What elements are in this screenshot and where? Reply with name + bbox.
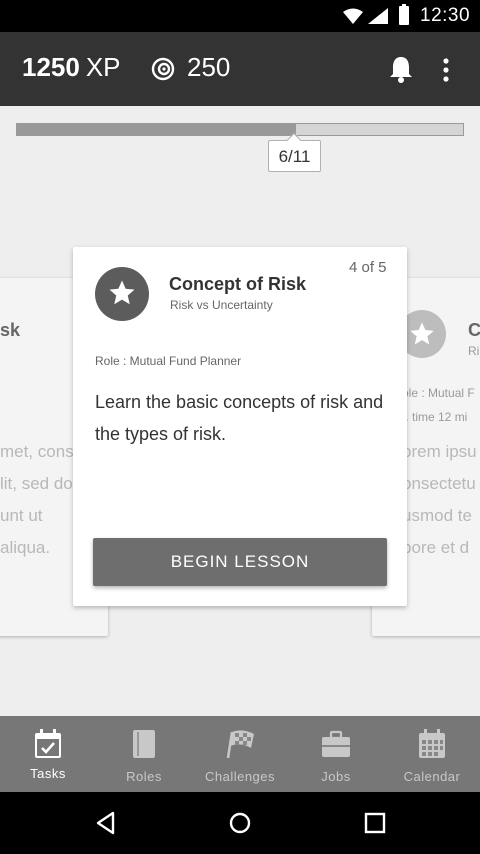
star-icon [410, 322, 434, 345]
xp-unit: XP [85, 52, 121, 82]
status-time: 12:30 [420, 5, 471, 26]
briefcase-icon [322, 730, 350, 757]
wifi-icon [343, 8, 363, 24]
app-bar: 1250 XP 250 [0, 32, 480, 106]
bell-icon[interactable] [387, 54, 415, 84]
next-card-text-1: orem ipsu [402, 442, 477, 461]
coin-icon [151, 57, 175, 81]
calendar-check-icon [35, 729, 61, 758]
lesson-role: Role : Mutual Fund Planner [95, 354, 242, 368]
battery-icon [399, 4, 409, 25]
nav-calendar[interactable]: Calendar [384, 716, 480, 792]
xp-value: 1250 [22, 52, 80, 82]
nav-tasks-label: Tasks [30, 766, 66, 781]
system-navigation-bar [0, 792, 480, 854]
home-icon[interactable] [227, 810, 253, 836]
previous-card-text-2: lit, sed do [0, 474, 73, 493]
book-icon [133, 730, 155, 758]
previous-card-text-4: aliqua. [0, 538, 51, 557]
lesson-card: Concept of Risk Risk vs Uncertainty 4 of… [73, 247, 407, 606]
next-card-text-3: usmod te [402, 506, 472, 525]
progress-label: 6/11 [278, 147, 311, 166]
next-card-time: t. time 12 mi [402, 410, 468, 424]
back-icon[interactable] [93, 810, 119, 836]
previous-card-text-1: met, cons [0, 442, 74, 461]
lesson-title: Concept of Risk [169, 274, 307, 294]
lesson-description: Learn the basic concepts of risk and the… [95, 392, 384, 444]
lesson-avatar [95, 267, 149, 321]
progress-tooltip: 6/11 [268, 132, 321, 172]
nav-challenges-label: Challenges [204, 769, 276, 784]
xp-display: 1250 XP [22, 52, 121, 83]
nav-jobs[interactable]: Jobs [288, 716, 384, 792]
checkered-flag-icon [226, 730, 254, 759]
next-card-text-2: onsectetu [402, 474, 476, 493]
more-vert-icon[interactable] [434, 56, 458, 84]
star-icon [109, 280, 135, 305]
signal-icon [368, 8, 388, 24]
recents-icon[interactable] [362, 810, 388, 836]
nav-roles[interactable]: Roles [96, 716, 192, 792]
next-card-title: C [468, 320, 480, 340]
nav-jobs-label: Jobs [321, 769, 351, 784]
next-card-role: ole : Mutual F [402, 386, 475, 400]
next-card-subtitle: Ri [468, 344, 480, 358]
status-bar: 12:30 [0, 0, 480, 32]
bottom-navigation: Tasks Roles Challenges Jobs Calendar [0, 716, 480, 792]
nav-roles-label: Roles [126, 769, 162, 784]
lesson-progress-bar [16, 123, 464, 136]
previous-card-text-3: unt ut [0, 506, 43, 525]
next-card-text-4: bore et d [402, 538, 470, 557]
nav-challenges[interactable]: Challenges [192, 716, 288, 792]
calendar-icon [419, 729, 445, 758]
lesson-progress-fill [17, 124, 296, 135]
lesson-subtitle: Risk vs Uncertainty [170, 298, 273, 312]
nav-tasks[interactable]: Tasks [0, 716, 96, 792]
previous-card-title: sk [0, 320, 21, 340]
begin-lesson-button[interactable]: BEGIN LESSON [93, 538, 387, 586]
nav-calendar-label: Calendar [403, 769, 461, 784]
lesson-counter: 4 of 5 [349, 259, 387, 276]
coin-balance: 250 [187, 52, 231, 82]
